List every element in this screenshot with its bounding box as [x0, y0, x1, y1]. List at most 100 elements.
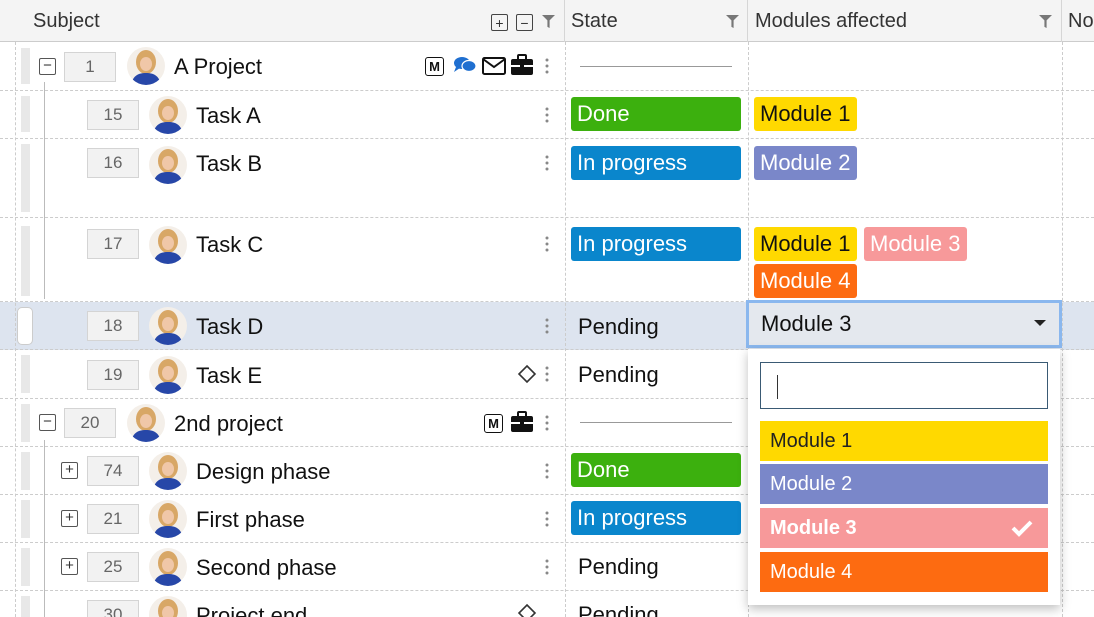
row-subject[interactable]: Project end	[196, 603, 307, 617]
milestone-diamond-icon	[517, 603, 537, 617]
column-header-modules[interactable]: Modules affected	[748, 0, 1062, 42]
row-menu-icon[interactable]	[545, 236, 549, 252]
collapse-toggle-icon[interactable]: −	[39, 414, 56, 431]
row-id: 20	[64, 408, 116, 438]
avatar	[149, 356, 187, 394]
state-badge[interactable]: In progress	[571, 146, 741, 180]
m-icon[interactable]: M	[484, 414, 503, 433]
row-menu-icon[interactable]	[545, 155, 549, 171]
row-subject[interactable]: Task C	[196, 232, 263, 258]
module-tag[interactable]: Module 3	[864, 227, 967, 261]
row-id: 21	[87, 504, 139, 534]
avatar	[149, 452, 187, 490]
row-drag-handle[interactable]	[21, 548, 30, 586]
row-menu-icon[interactable]	[545, 107, 549, 123]
dropdown-option-module-1[interactable]: Module 1	[760, 421, 1048, 461]
filter-icon[interactable]	[542, 15, 555, 28]
row-menu-icon[interactable]	[545, 559, 549, 575]
row-drag-handle[interactable]	[21, 404, 30, 442]
expand-toggle-icon[interactable]: +	[61, 462, 78, 479]
avatar	[149, 307, 187, 345]
state-badge[interactable]: In progress	[571, 227, 741, 261]
row-subject[interactable]: Task A	[196, 103, 261, 129]
m-icon[interactable]: M	[425, 57, 444, 76]
dropdown-option-module-2[interactable]: Module 2	[760, 464, 1048, 504]
grid-header: Subject + − State Modules affected No	[0, 0, 1094, 42]
column-divider	[15, 42, 16, 617]
briefcase-icon[interactable]	[510, 411, 534, 433]
row-subject[interactable]: Design phase	[196, 459, 331, 485]
row-subject[interactable]: Task E	[196, 363, 262, 389]
dropdown-option-module-3[interactable]: Module 3	[760, 508, 1048, 548]
mail-icon[interactable]	[482, 57, 506, 75]
filter-icon[interactable]	[726, 15, 739, 28]
table-row[interactable]: 15 Task A Done Module 1	[0, 91, 1094, 139]
module-tag[interactable]: Module 1	[754, 97, 857, 131]
row-subject[interactable]: First phase	[196, 507, 305, 533]
expand-toggle-icon[interactable]: +	[61, 510, 78, 527]
row-drag-handle[interactable]	[21, 226, 30, 296]
row-drag-handle[interactable]	[21, 48, 30, 84]
module-tag[interactable]: Module 4	[754, 264, 857, 298]
row-menu-icon[interactable]	[545, 318, 549, 334]
row-subject[interactable]: Task D	[196, 314, 263, 340]
row-menu-icon[interactable]	[545, 415, 549, 431]
chat-icon[interactable]	[453, 55, 477, 75]
row-menu-icon[interactable]	[545, 511, 549, 527]
chevron-down-icon[interactable]	[1033, 319, 1047, 328]
dropdown-option-module-4[interactable]: Module 4	[760, 552, 1048, 592]
row-menu-icon[interactable]	[545, 366, 549, 382]
modules-select[interactable]: Module 3	[746, 300, 1062, 348]
row-subject[interactable]: Task B	[196, 151, 262, 177]
row-id: 16	[87, 148, 139, 178]
avatar	[149, 96, 187, 134]
dropdown-search-input[interactable]	[760, 362, 1048, 409]
briefcase-icon[interactable]	[510, 54, 534, 76]
avatar	[149, 596, 187, 617]
expand-toggle-icon[interactable]: +	[61, 558, 78, 575]
column-divider	[1062, 42, 1063, 617]
state-text[interactable]: Pending	[578, 314, 659, 340]
state-empty-line	[580, 66, 732, 67]
modules-select-value: Module 3	[761, 311, 852, 336]
module-tag[interactable]: Module 2	[754, 146, 857, 180]
collapse-all-icon[interactable]: −	[516, 14, 533, 31]
row-drag-handle[interactable]	[21, 144, 30, 212]
table-row[interactable]: 16 Task B In progress Module 2	[0, 139, 1094, 218]
table-row[interactable]: 17 Task C In progress Module 1 Module 3 …	[0, 218, 1094, 302]
state-badge[interactable]: Done	[571, 453, 741, 487]
modules-dropdown: Module 1 Module 2 Module 3 Module 4	[748, 349, 1060, 605]
row-subject[interactable]: Second phase	[196, 555, 337, 581]
filter-icon[interactable]	[1039, 15, 1052, 28]
expand-all-icon[interactable]: +	[491, 14, 508, 31]
row-drag-handle[interactable]	[21, 96, 30, 132]
row-drag-handle[interactable]	[17, 307, 33, 345]
state-badge[interactable]: Done	[571, 97, 741, 131]
column-header-state[interactable]: State	[565, 0, 748, 42]
state-text[interactable]: Pending	[578, 362, 659, 388]
row-id: 18	[87, 311, 139, 341]
column-header-subject[interactable]: Subject + −	[15, 0, 565, 42]
avatar	[127, 47, 165, 85]
column-divider	[565, 42, 566, 617]
avatar	[149, 500, 187, 538]
collapse-toggle-icon[interactable]: −	[39, 58, 56, 75]
row-subject[interactable]: A Project	[174, 54, 262, 80]
row-menu-icon[interactable]	[545, 463, 549, 479]
milestone-diamond-icon	[517, 364, 537, 384]
state-text[interactable]: Pending	[578, 554, 659, 580]
row-drag-handle[interactable]	[21, 355, 30, 393]
row-drag-handle[interactable]	[21, 596, 30, 617]
row-menu-icon[interactable]	[545, 58, 549, 74]
row-subject[interactable]: 2nd project	[174, 411, 283, 437]
table-row[interactable]: − 1 A Project M	[0, 42, 1094, 91]
avatar	[127, 404, 165, 442]
module-tag[interactable]: Module 1	[754, 227, 857, 261]
row-drag-handle[interactable]	[21, 500, 30, 538]
row-id: 74	[87, 456, 139, 486]
row-id: 19	[87, 360, 139, 390]
state-badge[interactable]: In progress	[571, 501, 741, 535]
column-header-next[interactable]: No	[1062, 0, 1094, 42]
state-text[interactable]: Pending	[578, 602, 659, 617]
row-drag-handle[interactable]	[21, 452, 30, 490]
